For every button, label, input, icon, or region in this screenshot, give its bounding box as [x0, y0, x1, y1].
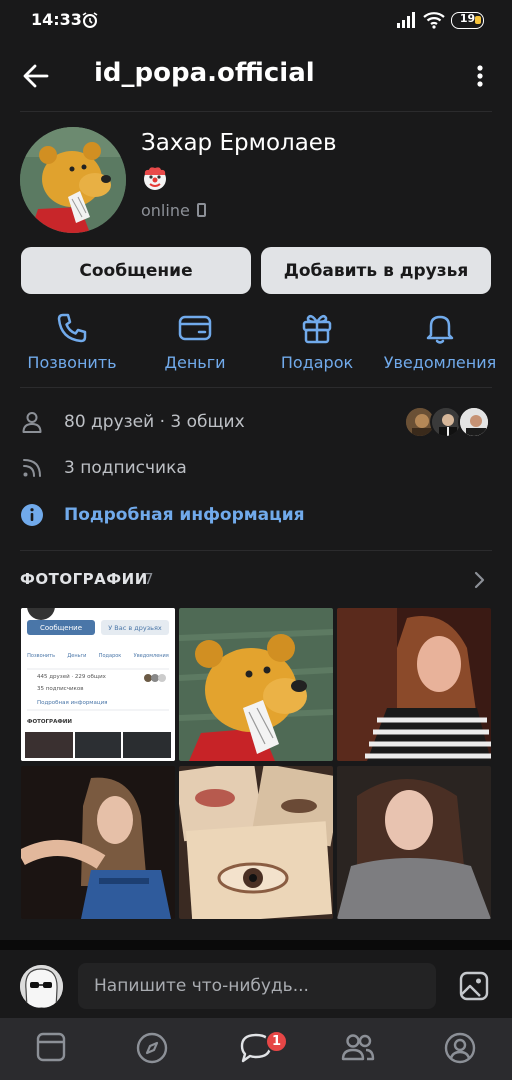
action-money[interactable]: Деньги	[135, 310, 255, 372]
chevron-right-icon[interactable]	[474, 571, 486, 589]
back-arrow-icon[interactable]	[22, 62, 50, 90]
portrait-photo	[337, 608, 491, 761]
mini-action-label: Деньги	[67, 653, 87, 659]
attach-photo-icon[interactable]	[459, 971, 489, 1001]
battery-indicator: 19	[451, 12, 484, 29]
mobile-device-icon	[197, 203, 206, 217]
user-icon	[22, 412, 42, 433]
friends-row[interactable]: 80 друзей · 3 общих	[20, 408, 245, 436]
more-vertical-icon[interactable]	[474, 64, 486, 88]
wifi-icon	[423, 12, 445, 29]
action-money-label: Деньги	[164, 353, 226, 372]
action-call-label: Позвонить	[27, 353, 117, 372]
add-friend-button[interactable]: Добавить в друзья	[261, 247, 491, 294]
divider	[20, 111, 492, 112]
tab-explore-icon[interactable]	[136, 1032, 168, 1064]
followers-row[interactable]: 3 подписчика	[20, 454, 187, 482]
tab-news-icon[interactable]	[36, 1032, 66, 1062]
mini-message-button: Сообщение	[39, 623, 83, 632]
action-notifications[interactable]: Уведомления	[380, 310, 500, 372]
divider	[20, 550, 492, 551]
portrait-photo	[21, 766, 175, 919]
action-call[interactable]: Позвонить	[12, 310, 132, 372]
tab-profile-icon[interactable]	[444, 1032, 476, 1064]
action-gift[interactable]: Подарок	[257, 310, 377, 372]
message-button[interactable]: Сообщение	[21, 247, 251, 294]
status-time: 14:33	[31, 10, 82, 29]
friends-count: 80 друзей · 3 общих	[64, 412, 245, 432]
phone-icon	[57, 313, 87, 343]
art-drawings-photo	[179, 766, 333, 919]
mini-action-labels: Позвонить Деньги Подарок Уведомления	[21, 653, 175, 659]
comment-input[interactable]: Напишите что-нибудь...	[78, 963, 436, 1009]
tab-friends-icon[interactable]	[341, 1032, 375, 1062]
rss-icon	[23, 459, 41, 477]
section-separator	[0, 940, 512, 950]
mini-action-label: Уведомления	[133, 653, 169, 659]
bell-icon	[426, 315, 454, 344]
mini-followers: 35 подписчиков	[37, 686, 84, 692]
gift-icon	[302, 314, 332, 344]
mini-action-label: Подарок	[98, 653, 122, 659]
photo-thumbnail[interactable]	[179, 608, 333, 761]
mini-photos-title: ФОТОГРАФИИ	[27, 719, 73, 725]
mini-friends-count: 445 друзей · 229 общих	[37, 674, 106, 680]
photo-thumbnail[interactable]	[21, 766, 175, 919]
pooh-avatar-image	[20, 127, 126, 233]
action-notifications-label: Уведомления	[383, 353, 497, 372]
info-icon	[21, 504, 43, 526]
my-avatar	[20, 965, 63, 1008]
money-icon	[178, 315, 212, 341]
mutual-friend-avatar	[458, 406, 490, 438]
profile-avatar[interactable]	[20, 127, 126, 233]
pooh-image	[179, 608, 333, 761]
photo-thumbnail[interactable]	[179, 766, 333, 919]
bottom-tab-bar	[0, 1018, 512, 1080]
signal-icon	[397, 12, 415, 28]
presence-status: online	[141, 201, 190, 220]
top-app-bar: id_popa.official	[0, 48, 512, 104]
alarm-icon	[82, 12, 98, 28]
mini-details: Подробная информация	[37, 700, 108, 706]
mini-friends-button: У Вас в друзьях	[108, 623, 162, 632]
comment-composer: Напишите что-нибудь...	[0, 950, 512, 1018]
photos-count: 7	[144, 570, 154, 588]
profile-name: Захар Ермолаев	[141, 130, 337, 156]
photo-thumbnail[interactable]	[337, 608, 491, 761]
details-row[interactable]: Подробная информация	[20, 501, 305, 529]
photo-thumbnail[interactable]: Сообщение У Вас в друзьях Позвонить День…	[21, 608, 175, 761]
messages-badge: 1	[265, 1030, 288, 1053]
details-link: Подробная информация	[64, 505, 305, 525]
clown-emoji-icon	[144, 167, 166, 190]
photo-thumbnail[interactable]	[337, 766, 491, 919]
divider	[20, 387, 492, 388]
followers-count: 3 подписчика	[64, 458, 187, 478]
action-gift-label: Подарок	[280, 353, 354, 372]
page-title: id_popa.official	[94, 58, 315, 88]
mini-action-label: Позвонить	[27, 653, 56, 659]
status-bar: 14:33 19	[0, 0, 512, 40]
portrait-photo	[337, 766, 491, 919]
photos-section-title[interactable]: ФОТОГРАФИИ	[20, 570, 148, 588]
